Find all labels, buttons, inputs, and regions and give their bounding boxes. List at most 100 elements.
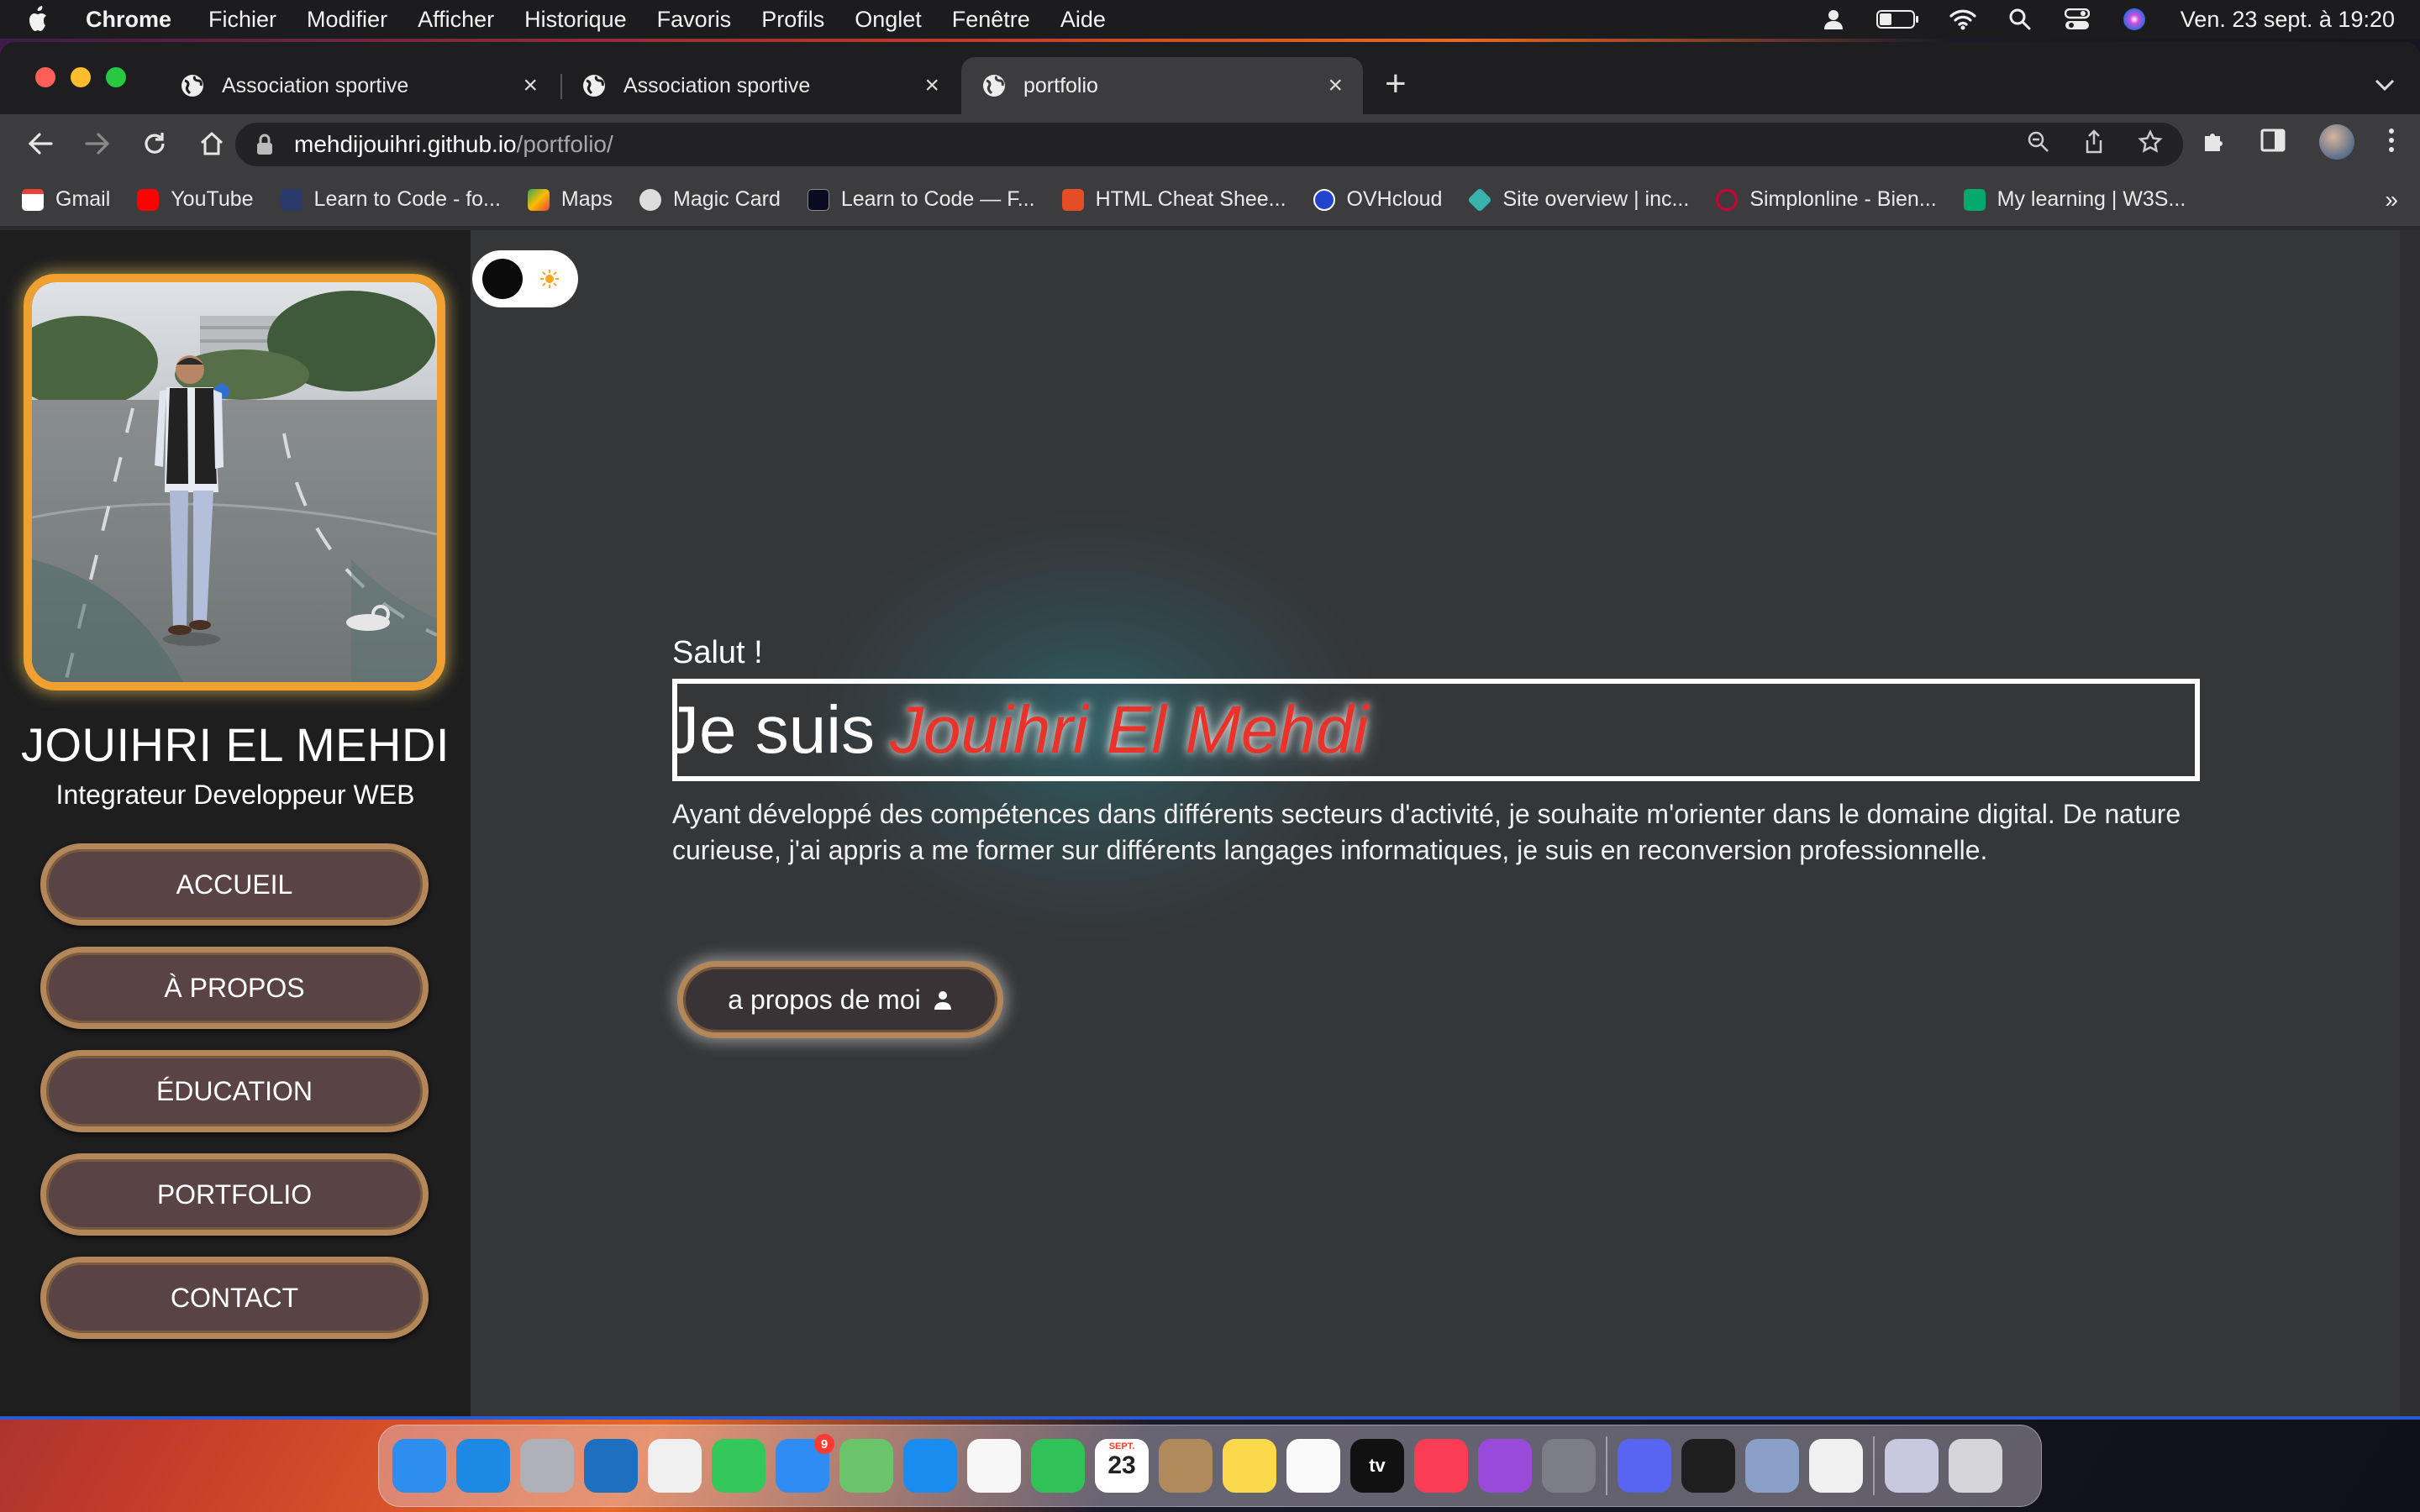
share-icon[interactable] (2084, 129, 2104, 160)
forward-arrow-icon[interactable] (77, 123, 118, 164)
apple-tv-icon[interactable]: tv (1350, 1439, 1404, 1493)
discord-window-icon[interactable] (1885, 1439, 1939, 1493)
freecodecamp-icon (280, 188, 302, 211)
chrome-canary-icon[interactable] (1809, 1439, 1863, 1493)
safari-icon[interactable] (456, 1439, 510, 1493)
zoom-window-button[interactable] (106, 67, 126, 87)
calendar-icon[interactable]: 23 SEPT. (1095, 1439, 1149, 1493)
macos-dock: 9 23 SEPT. tv (378, 1425, 2042, 1507)
theme-toggle[interactable] (472, 250, 578, 307)
bookmark-star-icon[interactable] (2138, 129, 2163, 160)
zoom-out-icon[interactable] (2027, 130, 2050, 160)
preview-icon[interactable] (1745, 1439, 1799, 1493)
wifi-icon[interactable] (1949, 5, 1977, 34)
discord-icon[interactable] (1618, 1439, 1671, 1493)
trash-icon[interactable] (1949, 1439, 2002, 1493)
chrome-icon[interactable] (648, 1439, 702, 1493)
sidebar: JOUIHRI EL MEHDI Integrateur Developpeur… (0, 230, 471, 1416)
maps-icon[interactable] (839, 1439, 893, 1493)
back-arrow-icon[interactable] (20, 123, 60, 164)
facetime-icon[interactable] (1031, 1439, 1085, 1493)
tab-association-sportive-2[interactable]: Association sportive × (561, 57, 960, 114)
finder-icon[interactable] (392, 1439, 446, 1493)
extensions-puzzle-icon[interactable] (2202, 128, 2227, 157)
user-icon (934, 991, 951, 1010)
user-status-icon[interactable] (1819, 5, 1848, 34)
profile-avatar-icon[interactable] (2319, 124, 2354, 160)
nav-accueil-button[interactable]: ACCUEIL (40, 843, 429, 926)
bookmark-site-overview[interactable]: Site overview | inc... (1467, 186, 1689, 213)
siri-icon[interactable] (2120, 5, 2149, 34)
system-settings-icon[interactable] (1542, 1439, 1596, 1493)
contacts-icon[interactable] (1159, 1439, 1213, 1493)
app-store-icon[interactable] (903, 1439, 957, 1493)
bookmarks-overflow-chevron-icon[interactable]: » (2385, 186, 2398, 213)
bookmark-maps[interactable]: Maps (527, 187, 613, 212)
bookmark-label: HTML Cheat Shee... (1095, 187, 1286, 211)
spotlight-search-icon[interactable] (2006, 5, 2034, 34)
lock-icon[interactable] (255, 134, 274, 155)
photos-icon[interactable] (967, 1439, 1021, 1493)
reminders-icon[interactable] (1286, 1439, 1340, 1493)
tab-strip: Association sportive × Association sport… (0, 42, 2420, 114)
tab-portfolio[interactable]: portfolio × (961, 57, 1363, 114)
control-center-icon[interactable] (2063, 5, 2091, 34)
dock-app-label: 23 (1107, 1452, 1136, 1479)
menu-aide[interactable]: Aide (1060, 7, 1106, 33)
battery-icon[interactable] (1876, 5, 1920, 34)
bookmark-w3schools[interactable]: My learning | W3S... (1963, 187, 2186, 212)
tab-close-icon[interactable]: × (1328, 71, 1343, 100)
macos-menubar: Chrome Fichier Modifier Afficher Histori… (0, 0, 2420, 39)
tab-close-icon[interactable]: × (924, 71, 939, 100)
apple-menu-icon[interactable] (25, 4, 52, 34)
nav-portfolio-button[interactable]: PORTFOLIO (40, 1153, 429, 1236)
menu-onglet[interactable]: Onglet (855, 7, 922, 33)
bookmark-ovhcloud[interactable]: OVHcloud (1313, 187, 1442, 212)
page-scrollbar[interactable] (2400, 230, 2420, 1416)
reload-icon[interactable] (134, 123, 175, 164)
menubar-clock[interactable]: Ven. 23 sept. à 19:20 (2181, 7, 2395, 33)
minimize-window-button[interactable] (71, 67, 91, 87)
kebab-menu-icon[interactable] (2388, 128, 2395, 157)
menu-fichier[interactable]: Fichier (208, 7, 276, 33)
nav-a-propos-button[interactable]: À PROPOS (40, 947, 429, 1029)
mail-icon[interactable]: 9 (776, 1434, 834, 1493)
hero-headline: Je suis Jouihri El Mehdi (672, 679, 2200, 781)
menu-fenetre[interactable]: Fenêtre (952, 7, 1030, 33)
bookmark-youtube[interactable]: YouTube (137, 187, 254, 212)
tab-close-icon[interactable]: × (523, 71, 538, 100)
freecodecamp-icon (807, 188, 829, 211)
menu-profils[interactable]: Profils (761, 7, 824, 33)
menu-historique[interactable]: Historique (524, 7, 627, 33)
bookmark-simplonline[interactable]: Simplonline - Bien... (1716, 187, 1937, 212)
podcasts-icon[interactable] (1478, 1439, 1532, 1493)
address-bar[interactable]: mehdijouihri.github.io/portfolio/ (235, 123, 2183, 166)
nav-education-button[interactable]: ÉDUCATION (40, 1050, 429, 1132)
menu-favoris[interactable]: Favoris (657, 7, 732, 33)
simplon-icon (1716, 188, 1739, 211)
side-panel-icon[interactable] (2260, 129, 2286, 156)
about-me-button[interactable]: a propos de moi (677, 961, 1003, 1038)
close-window-button[interactable] (35, 67, 55, 87)
bookmark-magic-card[interactable]: Magic Card (639, 187, 781, 212)
bookmark-learn-to-code-1[interactable]: Learn to Code - fo... (280, 187, 501, 212)
menu-modifier[interactable]: Modifier (307, 7, 387, 33)
tab-search-chevron-icon[interactable] (2375, 71, 2395, 97)
music-icon[interactable] (1414, 1439, 1468, 1493)
bookmark-gmail[interactable]: Gmail (22, 187, 110, 212)
nav-contact-button[interactable]: CONTACT (40, 1257, 429, 1339)
notes-icon[interactable] (1223, 1439, 1276, 1493)
bookmark-label: Maps (560, 187, 613, 211)
messages-icon[interactable] (712, 1439, 765, 1493)
home-icon[interactable] (192, 123, 232, 164)
bookmark-learn-to-code-2[interactable]: Learn to Code — F... (807, 187, 1035, 212)
menu-afficher[interactable]: Afficher (418, 7, 494, 33)
globe-icon (583, 75, 605, 97)
launchpad-icon[interactable] (520, 1439, 574, 1493)
figma-icon[interactable] (1681, 1439, 1735, 1493)
new-tab-plus-icon[interactable]: + (1385, 66, 1407, 102)
tab-association-sportive-1[interactable]: Association sportive × (160, 57, 558, 114)
app-menu-chrome[interactable]: Chrome (86, 7, 171, 33)
vscode-icon[interactable] (584, 1439, 638, 1493)
bookmark-html-cheat-sheet[interactable]: HTML Cheat Shee... (1061, 187, 1286, 212)
